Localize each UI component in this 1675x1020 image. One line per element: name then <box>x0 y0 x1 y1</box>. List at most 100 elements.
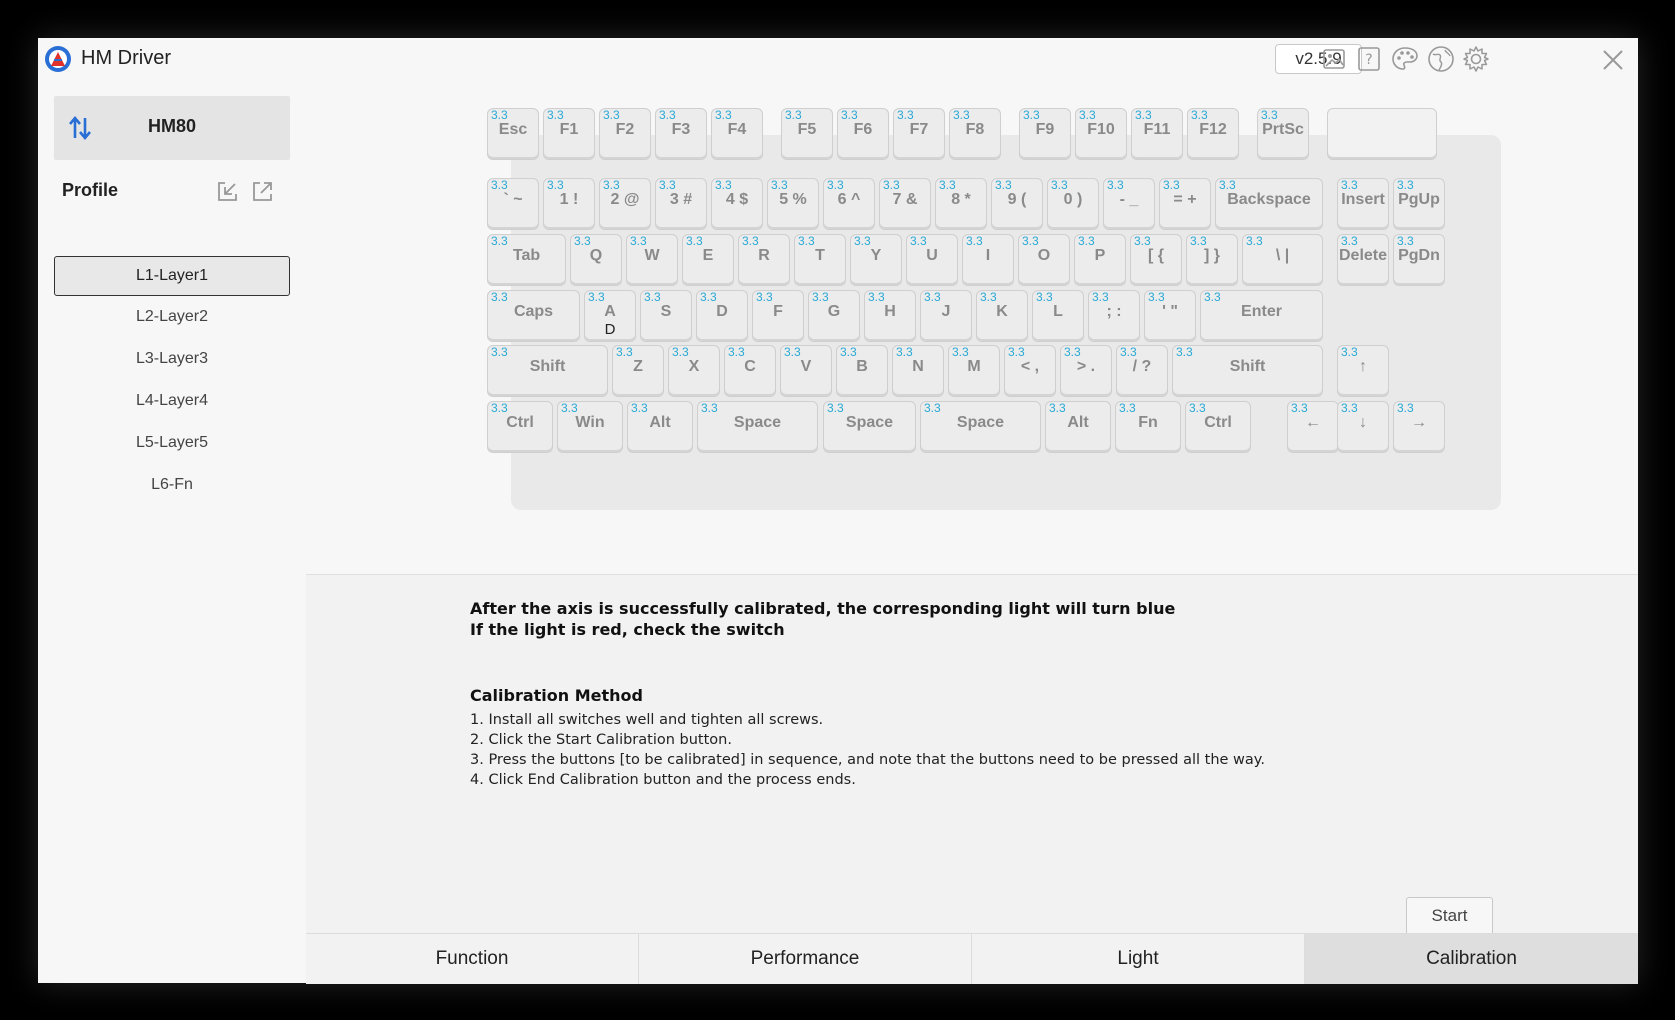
key-2-8[interactable]: 3.3 I <box>962 234 1014 286</box>
key-1-4[interactable]: 3.3 4 $ <box>711 178 763 230</box>
key-0-7[interactable]: 3.3 F7 <box>893 108 945 160</box>
key-2-6[interactable]: 3.3 Y <box>850 234 902 286</box>
key-3-6[interactable]: 3.3 H <box>864 290 916 342</box>
key-3-2[interactable]: 3.3 S <box>640 290 692 342</box>
key-1-8[interactable]: 3.3 8 * <box>935 178 987 230</box>
export-icon[interactable] <box>250 178 276 204</box>
key-3-0[interactable]: 3.3 Caps <box>487 290 580 342</box>
key-0-6[interactable]: 3.3 F6 <box>837 108 889 160</box>
key-1-11[interactable]: 3.3- _ <box>1103 178 1155 230</box>
key-3-5[interactable]: 3.3 G <box>808 290 860 342</box>
device-selector[interactable]: HM80 <box>54 96 290 160</box>
key-2-14[interactable]: 3.3 Delete <box>1337 234 1389 286</box>
key-3-7[interactable]: 3.3 J <box>920 290 972 342</box>
key-0-10[interactable]: 3.3 F10 <box>1075 108 1127 160</box>
key-1-1[interactable]: 3.3 1 ! <box>543 178 595 230</box>
key-1-2[interactable]: 3.3 2 @ <box>599 178 651 230</box>
key-5-0[interactable]: 3.3 Ctrl <box>487 401 553 453</box>
key-1-10[interactable]: 3.3 0 ) <box>1047 178 1099 230</box>
key-2-3[interactable]: 3.3 E <box>682 234 734 286</box>
key-2-13[interactable]: 3.3 \ | <box>1242 234 1323 286</box>
tab-performance[interactable]: Performance <box>639 934 972 984</box>
key-3-8[interactable]: 3.3 K <box>976 290 1028 342</box>
key-2-11[interactable]: 3.3[ { <box>1130 234 1182 286</box>
key-5-8[interactable]: 3.3 Ctrl <box>1185 401 1251 453</box>
start-calibration-button[interactable]: Start <box>1406 897 1493 935</box>
key-2-0[interactable]: 3.3 Tab <box>487 234 566 286</box>
key-0-0[interactable]: 3.3 Esc <box>487 108 539 160</box>
key-2-12[interactable]: 3.3] } <box>1186 234 1238 286</box>
layer-item-l5[interactable]: L5-Layer5 <box>54 424 290 464</box>
key-5-7[interactable]: 3.3 Fn <box>1115 401 1181 453</box>
key-0-9[interactable]: 3.3 F9 <box>1019 108 1071 160</box>
key-4-2[interactable]: 3.3 X <box>668 345 720 397</box>
globe-icon[interactable] <box>1426 44 1456 74</box>
key-0-3[interactable]: 3.3 F3 <box>655 108 707 160</box>
key-1-0[interactable]: 3.3 ` ~ <box>487 178 539 230</box>
key-4-11[interactable]: 3.3 Shift <box>1172 345 1323 397</box>
key-4-7[interactable]: 3.3 M <box>948 345 1000 397</box>
key-2-10[interactable]: 3.3 P <box>1074 234 1126 286</box>
close-icon[interactable] <box>1598 45 1628 75</box>
layer-item-l6[interactable]: L6-Fn <box>54 466 290 506</box>
palette-icon[interactable] <box>1390 44 1420 74</box>
key-0-13[interactable]: 3.3 PrtSc <box>1257 108 1309 160</box>
key-5-10[interactable]: 3.3 ↓ <box>1337 401 1389 453</box>
key-1-15[interactable]: 3.3 PgUp <box>1393 178 1445 230</box>
key-1-14[interactable]: 3.3 Insert <box>1337 178 1389 230</box>
key-0-4[interactable]: 3.3 F4 <box>711 108 763 160</box>
key-1-12[interactable]: 3.3 = + <box>1159 178 1211 230</box>
key-4-9[interactable]: 3.3 > . <box>1060 345 1112 397</box>
key-4-1[interactable]: 3.3 Z <box>612 345 664 397</box>
key-5-6[interactable]: 3.3 Alt <box>1045 401 1111 453</box>
key-2-7[interactable]: 3.3 U <box>906 234 958 286</box>
key-3-10[interactable]: 3.3; : <box>1088 290 1140 342</box>
key-4-3[interactable]: 3.3 C <box>724 345 776 397</box>
key-2-9[interactable]: 3.3 O <box>1018 234 1070 286</box>
key-4-10[interactable]: 3.3/ ? <box>1116 345 1168 397</box>
key-3-12[interactable]: 3.3 Enter <box>1200 290 1323 342</box>
key-0-11[interactable]: 3.3 F11 <box>1131 108 1183 160</box>
key-2-4[interactable]: 3.3 R <box>738 234 790 286</box>
help-icon[interactable]: ? <box>1354 44 1384 74</box>
key-1-9[interactable]: 3.3 9 ( <box>991 178 1043 230</box>
key-1-6[interactable]: 3.3 6 ^ <box>823 178 875 230</box>
tab-function[interactable]: Function <box>306 934 639 984</box>
import-icon[interactable] <box>215 178 241 204</box>
key-5-5[interactable]: 3.3 Space <box>920 401 1041 453</box>
key-4-6[interactable]: 3.3 N <box>892 345 944 397</box>
key-5-2[interactable]: 3.3 Alt <box>627 401 693 453</box>
tab-light[interactable]: Light <box>972 934 1305 984</box>
key-3-11[interactable]: 3.3 ' " <box>1144 290 1196 342</box>
key-0-2[interactable]: 3.3 F2 <box>599 108 651 160</box>
key-2-5[interactable]: 3.3 T <box>794 234 846 286</box>
key-0-12[interactable]: 3.3 F12 <box>1187 108 1239 160</box>
layer-item-l4[interactable]: L4-Layer4 <box>54 382 290 422</box>
key-1-3[interactable]: 3.3 3 # <box>655 178 707 230</box>
key-5-1[interactable]: 3.3 Win <box>557 401 623 453</box>
key-2-2[interactable]: 3.3 W <box>626 234 678 286</box>
layer-item-l1[interactable]: L1-Layer1 <box>54 256 290 296</box>
key-5-4[interactable]: 3.3 Space <box>823 401 916 453</box>
key-4-8[interactable]: 3.3 < , <box>1004 345 1056 397</box>
key-5-3[interactable]: 3.3 Space <box>697 401 818 453</box>
tab-calibration[interactable]: Calibration <box>1305 934 1638 984</box>
key-5-11[interactable]: 3.3 → <box>1393 401 1445 453</box>
key-4-0[interactable]: 3.3 Shift <box>487 345 608 397</box>
key-3-3[interactable]: 3.3 D <box>696 290 748 342</box>
gear-icon[interactable] <box>1461 44 1491 74</box>
key-1-7[interactable]: 3.3 7 & <box>879 178 931 230</box>
key-3-9[interactable]: 3.3 L <box>1032 290 1084 342</box>
key-5-9[interactable]: 3.3 ← <box>1287 401 1339 453</box>
key-3-4[interactable]: 3.3 F <box>752 290 804 342</box>
key-0-1[interactable]: 3.3 F1 <box>543 108 595 160</box>
key-4-4[interactable]: 3.3 V <box>780 345 832 397</box>
layer-item-l2[interactable]: L2-Layer2 <box>54 298 290 338</box>
key-2-15[interactable]: 3.3 PgDn <box>1393 234 1445 286</box>
key-0-5[interactable]: 3.3 F5 <box>781 108 833 160</box>
key-1-13[interactable]: 3.3 Backspace <box>1215 178 1323 230</box>
key-4-12[interactable]: 3.3 ↑ <box>1337 345 1389 397</box>
key-3-1[interactable]: 3.3 A D <box>584 290 636 342</box>
key-2-1[interactable]: 3.3 Q <box>570 234 622 286</box>
key-4-5[interactable]: 3.3 B <box>836 345 888 397</box>
